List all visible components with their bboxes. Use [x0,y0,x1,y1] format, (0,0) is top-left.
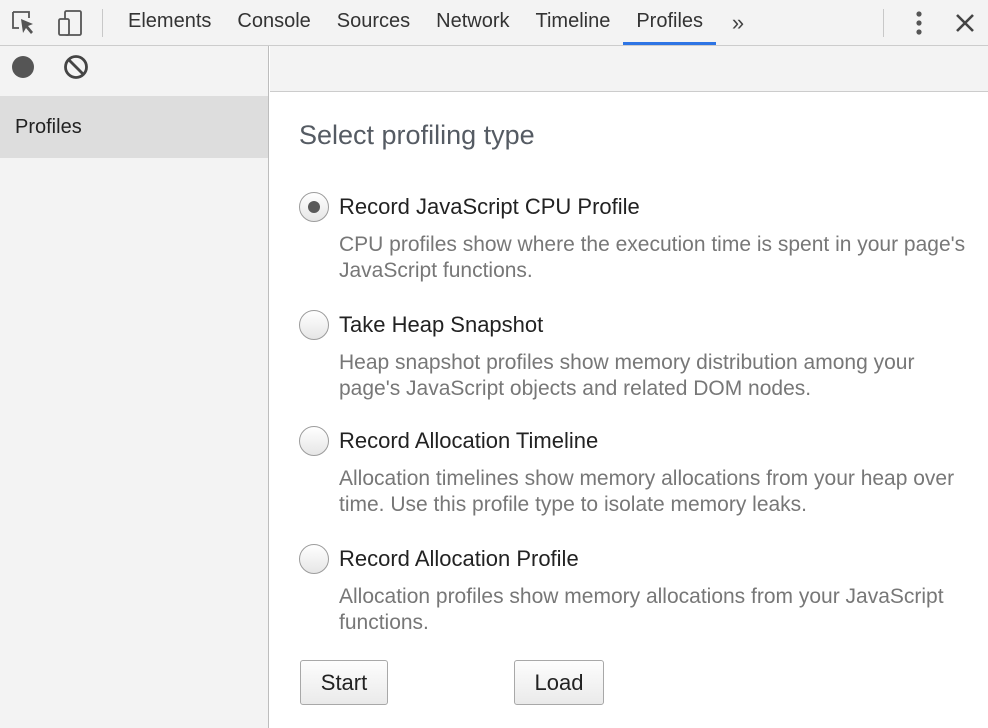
tab-elements[interactable]: Elements [115,0,224,45]
toolbar-divider [883,8,884,37]
clear-icon[interactable] [63,54,89,85]
start-button[interactable]: Start [300,660,388,705]
inspect-element-icon[interactable] [0,0,48,45]
radio-heap-snapshot[interactable] [299,310,329,340]
profiles-sidebar: Profiles [0,46,269,728]
tab-network[interactable]: Network [423,0,522,45]
page-title: Select profiling type [299,120,535,150]
radio-allocation-timeline[interactable] [299,426,329,456]
main-toolbar [270,46,988,92]
option-label[interactable]: Record Allocation Profile [339,546,579,572]
sidebar-item-profiles[interactable]: Profiles [0,96,268,158]
sidebar-toolbar [0,46,268,92]
load-button[interactable]: Load [514,660,604,705]
radio-cpu-profile[interactable] [299,192,329,222]
device-toolbar-icon[interactable] [48,0,94,45]
tab-sources[interactable]: Sources [324,0,423,45]
option-label[interactable]: Record Allocation Timeline [339,428,598,454]
option-description: Allocation profiles show memory allocati… [339,585,944,634]
option-description: CPU profiles show where the execution ti… [339,233,966,282]
tab-console[interactable]: Console [224,0,323,45]
toolbar-divider [102,8,103,37]
kebab-menu-icon[interactable] [896,0,942,45]
devtools-tab-bar: Elements Console Sources Network Timelin… [0,0,988,46]
tab-profiles[interactable]: Profiles [623,0,716,45]
option-description: Allocation timelines show memory allocat… [339,467,955,516]
option-label[interactable]: Record JavaScript CPU Profile [339,194,640,220]
radio-allocation-profile[interactable] [299,544,329,574]
option-label[interactable]: Take Heap Snapshot [339,312,543,338]
tab-timeline[interactable]: Timeline [523,0,624,45]
more-tabs-button[interactable]: » [716,0,760,45]
close-icon[interactable] [942,0,988,45]
option-description: Heap snapshot profiles show memory distr… [339,351,915,400]
record-icon[interactable] [11,55,35,84]
profile-launcher: Select profiling type Record JavaScript … [270,92,988,728]
